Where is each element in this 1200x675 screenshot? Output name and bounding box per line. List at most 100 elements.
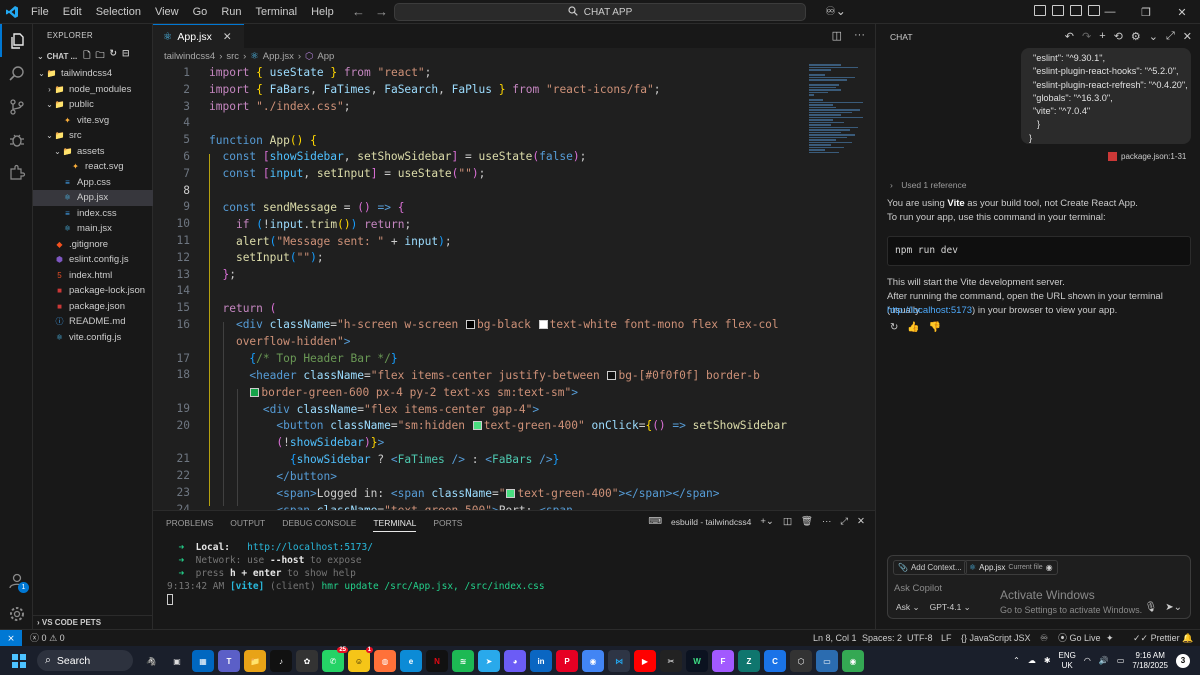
local-url[interactable]: http://localhost:5173/ <box>247 542 373 553</box>
vscode-taskbar-icon[interactable]: ⋈ <box>608 650 630 672</box>
file-tree-item[interactable]: ✦ react.svg <box>33 159 153 175</box>
messenger-icon[interactable]: ☺ 1 <box>348 647 373 672</box>
microsoft-store-icon[interactable]: ▦ <box>192 650 214 672</box>
settings-gear-icon[interactable]: ⚙ <box>1131 30 1141 43</box>
minimize-icon[interactable]: — <box>1092 0 1128 24</box>
problems-indicator[interactable]: ⓧ 0 ⚠ 0 <box>30 630 65 646</box>
cube-app-icon[interactable]: ⬡ <box>790 650 812 672</box>
firefox-icon[interactable]: ◍ <box>374 650 396 672</box>
toggle-panel-icon[interactable] <box>1070 5 1082 16</box>
used-references[interactable]: › Used 1 reference <box>890 180 966 190</box>
more-actions-icon[interactable]: ··· <box>854 29 865 42</box>
menu-file[interactable]: File <box>24 0 56 24</box>
menu-edit[interactable]: Edit <box>56 0 89 24</box>
line-ending[interactable]: LF <box>941 630 952 646</box>
breadcrumb-symbol[interactable]: App <box>317 51 334 62</box>
file-tree-item[interactable]: ≡ index.css <box>33 206 153 222</box>
tab-debug-console[interactable]: DEBUG CONSOLE <box>282 518 356 528</box>
maximize-icon[interactable]: ⤢ <box>1166 30 1175 43</box>
command-center-search[interactable]: CHAT APP <box>394 3 806 21</box>
copilot-icon[interactable]: ♾⌄ <box>825 4 846 18</box>
extensions-icon[interactable] <box>0 156 33 189</box>
trash-icon[interactable]: 🗑 <box>801 516 813 527</box>
file-tree-item[interactable]: ⌄ 📁 public <box>33 97 153 113</box>
chat-input[interactable]: Ask Copilot <box>894 583 942 594</box>
workspace-header[interactable]: ⌄ CHAT ... 🗋 🗀 ↻ ⊟ <box>33 48 153 64</box>
current-file-chip[interactable]: ⚛ App.jsx Current file ◉ <box>964 560 1058 575</box>
account-icon[interactable]: 1 <box>0 564 33 597</box>
linkedin-icon[interactable]: in <box>530 650 552 672</box>
whatsapp-icon[interactable]: ✆ 25 <box>322 647 348 672</box>
notification-center-badge[interactable]: 3 <box>1176 653 1190 668</box>
wifi-icon[interactable]: ◠ <box>1084 656 1091 665</box>
chatgpt-icon[interactable]: ✿ <box>296 650 318 672</box>
tiktok-icon[interactable]: ♪ <box>270 650 292 672</box>
breadcrumb-file[interactable]: App.jsx <box>263 51 294 62</box>
remote-indicator-icon[interactable]: ⨯ <box>0 630 22 646</box>
breadcrumb-src[interactable]: src <box>226 51 239 62</box>
chevron-up-icon[interactable]: ⌃ <box>1013 656 1020 665</box>
customize-layout-icon[interactable] <box>1034 5 1046 16</box>
telegram-icon[interactable]: ➤ <box>478 650 500 672</box>
go-live-button[interactable]: ⦿ Go Live <box>1058 630 1101 646</box>
cursor-app-icon[interactable]: C <box>764 650 786 672</box>
terminal-output[interactable]: ➜ Local: http://localhost:5173/ ➜ Networ… <box>167 541 545 606</box>
bluetooth-icon[interactable]: ✱ <box>1044 656 1051 665</box>
run-debug-icon[interactable] <box>0 123 33 156</box>
file-tree-item[interactable]: ⌄ 📁 tailwindcss4 <box>33 66 153 82</box>
zed-icon[interactable]: Z <box>738 650 760 672</box>
split-terminal-icon[interactable]: ◫ <box>783 516 792 527</box>
menu-terminal[interactable]: Terminal <box>249 0 305 24</box>
file-tree-item[interactable]: ⚛ App.jsx <box>33 190 153 206</box>
capcut-icon[interactable]: ✂ <box>660 650 682 672</box>
cursor-position[interactable]: Ln 8, Col 1 <box>813 630 857 646</box>
menu-view[interactable]: View <box>148 0 186 24</box>
clock[interactable]: 9:16 AM 7/18/2025 <box>1132 651 1168 671</box>
file-tree-item[interactable]: 5 index.html <box>33 268 153 284</box>
file-tree-item[interactable]: ⓘ README.md <box>33 314 153 330</box>
vscode-pets-section[interactable]: › VS CODE PETS <box>33 615 153 629</box>
task-view-icon[interactable]: ▣ <box>166 650 188 672</box>
restore-icon[interactable]: ❐ <box>1128 0 1164 24</box>
youtube-icon[interactable]: ▶ <box>634 650 656 672</box>
source-control-icon[interactable] <box>0 90 33 123</box>
thumbs-down-icon[interactable]: 👎 <box>929 322 941 333</box>
discord-icon[interactable]: ◕ <box>504 650 526 672</box>
collapse-all-icon[interactable]: ⊟ <box>122 48 130 64</box>
toggle-sidebar-icon[interactable] <box>1052 5 1064 16</box>
windows-start-icon[interactable] <box>12 654 26 668</box>
file-tree-item[interactable]: ⚛ vite.config.js <box>33 330 153 346</box>
tab-output[interactable]: OUTPUT <box>230 518 265 528</box>
figma-icon[interactable]: F <box>712 650 734 672</box>
copilot-status-icon[interactable]: ♾ <box>1040 630 1048 646</box>
file-tree-item[interactable]: ◆ .gitignore <box>33 237 153 253</box>
file-tree-item[interactable]: › 📁 node_modules <box>33 82 153 98</box>
send-icon[interactable]: ➤⌄ <box>1165 602 1182 613</box>
new-file-icon[interactable]: 🗋 <box>83 48 90 64</box>
chrome-icon[interactable]: ◉ <box>582 650 604 672</box>
file-tree-item[interactable]: ■ package.json <box>33 299 153 315</box>
file-tree-item[interactable]: ⚛ main.jsx <box>33 221 153 237</box>
pinterest-icon[interactable]: P <box>556 650 578 672</box>
file-tree-item[interactable]: ■ package-lock.json <box>33 283 153 299</box>
webstorm-icon[interactable]: W <box>686 650 708 672</box>
feedback-icon[interactable]: ✦ <box>1106 630 1114 646</box>
close-icon[interactable]: ✕ <box>1183 30 1192 43</box>
terminal-name[interactable]: esbuild - tailwindcss4 <box>671 517 751 527</box>
edge-icon[interactable]: e <box>400 650 422 672</box>
file-explorer-icon[interactable]: 📁 <box>244 650 266 672</box>
breadcrumb-folder[interactable]: tailwindcss4 <box>164 51 215 62</box>
file-tree-item[interactable]: ⌄ 📁 src <box>33 128 153 144</box>
attached-file-reference[interactable]: package.json:1-31 <box>1108 152 1186 161</box>
close-icon[interactable]: ✕ <box>1164 0 1200 24</box>
netflix-icon[interactable]: N <box>426 650 448 672</box>
file-tree-item[interactable]: ≡ App.css <box>33 175 153 191</box>
tab-problems[interactable]: PROBLEMS <box>166 518 213 528</box>
mode-select[interactable]: Ask ⌄ <box>896 602 920 613</box>
tab-ports[interactable]: PORTS <box>433 518 462 528</box>
prettier-status[interactable]: ✓✓ Prettier <box>1133 630 1180 646</box>
keyboard-language[interactable]: ENG UK <box>1059 651 1076 671</box>
taskbar-search[interactable]: ⌕ Search <box>37 650 133 671</box>
new-chat-icon[interactable]: + <box>1099 30 1105 43</box>
file-tree-item[interactable]: ⌄ 📁 assets <box>33 144 153 160</box>
